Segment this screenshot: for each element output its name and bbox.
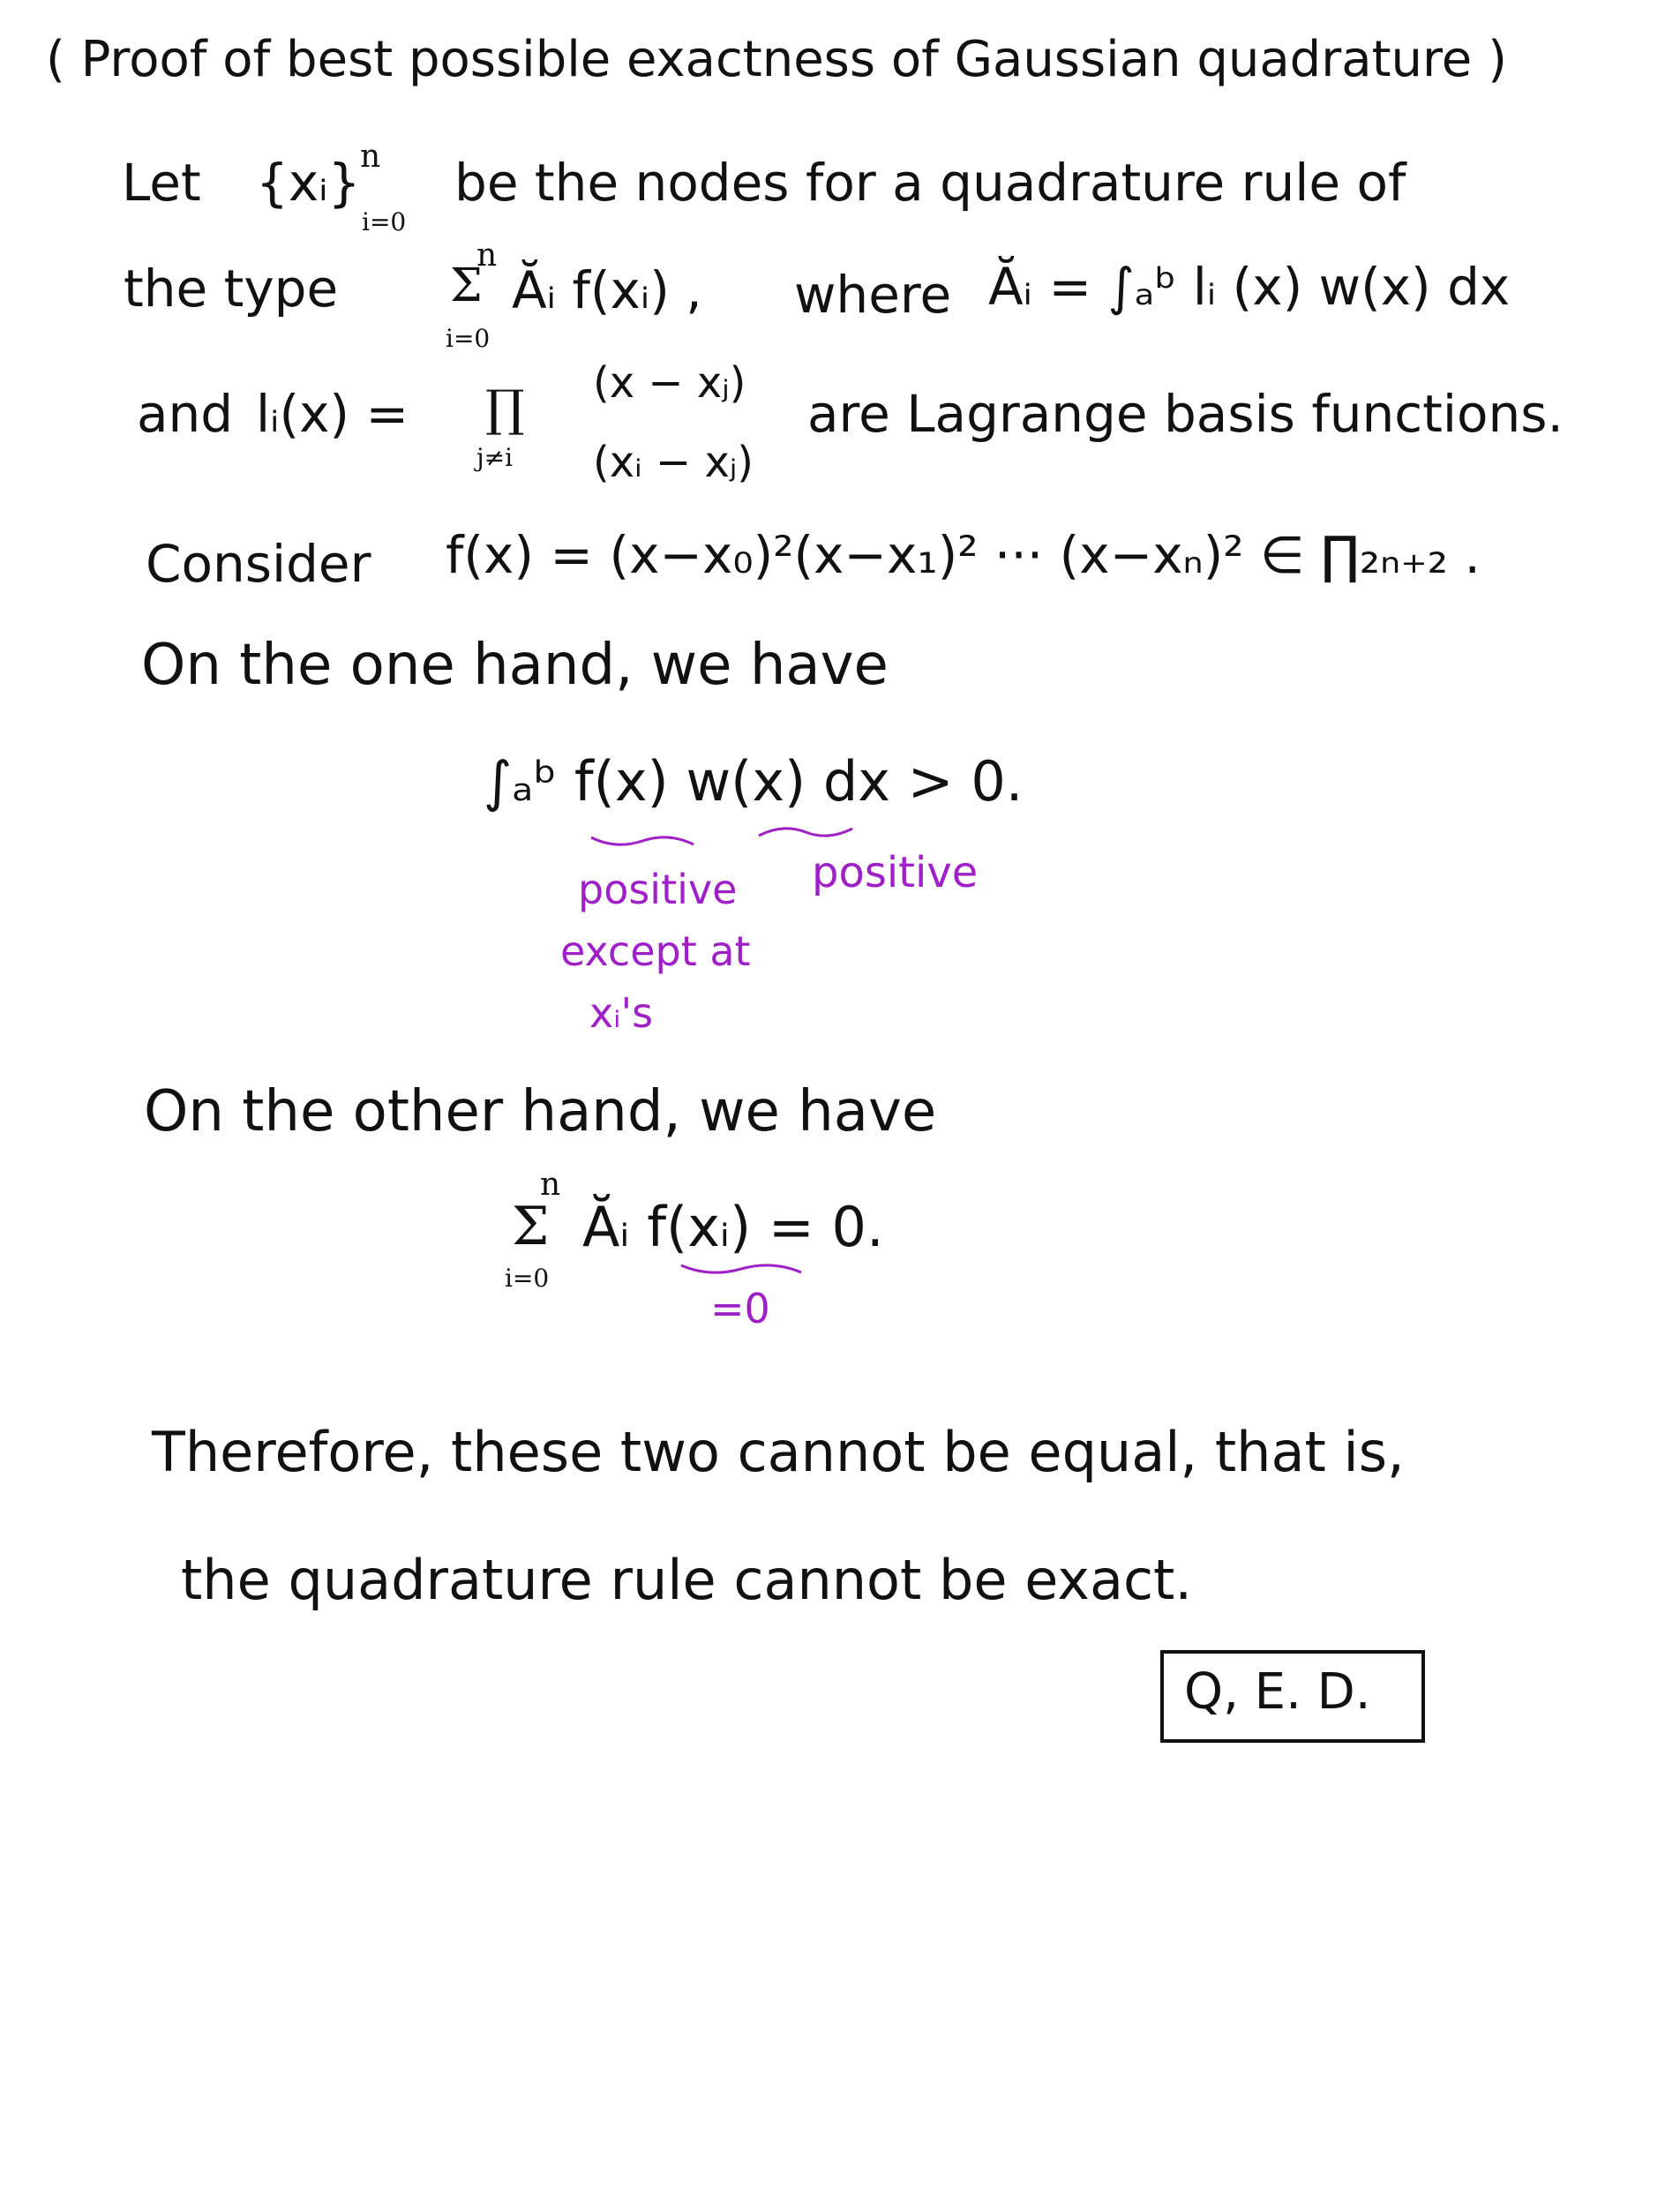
f-xi-annotation: =0 <box>710 1285 770 1332</box>
w-underbrace <box>758 827 853 837</box>
page-title: ( Proof of best possible exactness of Ga… <box>46 31 1507 88</box>
lagrange-description: are Lagrange basis functions. <box>807 384 1564 444</box>
consider-word: Consider <box>146 534 371 594</box>
product-symbol: ∏ <box>485 380 525 438</box>
f-underbrace <box>590 836 694 846</box>
integral-inequality: ∫ₐᵇ f(x) w(x) dx > 0. <box>484 749 1024 814</box>
node-set: {xᵢ} <box>256 153 361 213</box>
conclusion-line-1: Therefore, these two cannot be equal, th… <box>152 1420 1405 1484</box>
qed-text: Q, E. D. <box>1184 1663 1371 1721</box>
weight-definition: Ăᵢ = ∫ₐᵇ lᵢ (x) w(x) dx <box>988 257 1511 317</box>
f-definition: f(x) = (x−x₀)²(x−x₁)² ··· (x−xₙ)² ∈ ∏₂ₙ₊… <box>446 525 1481 585</box>
node-set-subscript: i=0 <box>362 207 407 236</box>
conclusion-line-2: the quadrature rule cannot be exact. <box>181 1548 1193 1612</box>
fraction-numerator: (x − xⱼ) <box>593 358 746 408</box>
fraction-denominator: (xᵢ − xⱼ) <box>593 438 754 487</box>
f-annotation-positive: positive <box>578 866 738 913</box>
and-word: and <box>137 384 234 444</box>
lagrange-lhs: lᵢ(x) = <box>256 384 409 444</box>
sum-term: Ăᵢ f(xᵢ) , <box>512 260 702 320</box>
product-lower-limit: j≠i <box>476 443 514 472</box>
sum-equation: Ăᵢ f(xᵢ) = 0. <box>582 1195 884 1259</box>
notebook-page: ( Proof of best possible exactness of Ga… <box>0 0 1680 2206</box>
the-type-text: the type <box>124 259 339 319</box>
sum2-symbol: Σ <box>512 1196 550 1257</box>
sum-symbol: Σ <box>450 259 483 312</box>
f-annotation-nodes: xᵢ's <box>589 989 654 1037</box>
w-annotation-positive: positive <box>812 848 979 897</box>
other-hand-text: On the other hand, we have <box>144 1079 937 1144</box>
where-word: where <box>794 265 952 325</box>
sum-lower-limit: i=0 <box>446 324 491 353</box>
line1-text: be the nodes for a quadrature rule of <box>454 153 1406 213</box>
f-annotation-except: except at <box>560 927 751 975</box>
let-word: Let <box>122 153 201 213</box>
one-hand-text: On the one hand, we have <box>141 633 889 698</box>
sum2-lower-limit: i=0 <box>505 1264 550 1293</box>
f-xi-underbrace <box>680 1264 802 1274</box>
node-set-superscript: n <box>360 139 381 175</box>
